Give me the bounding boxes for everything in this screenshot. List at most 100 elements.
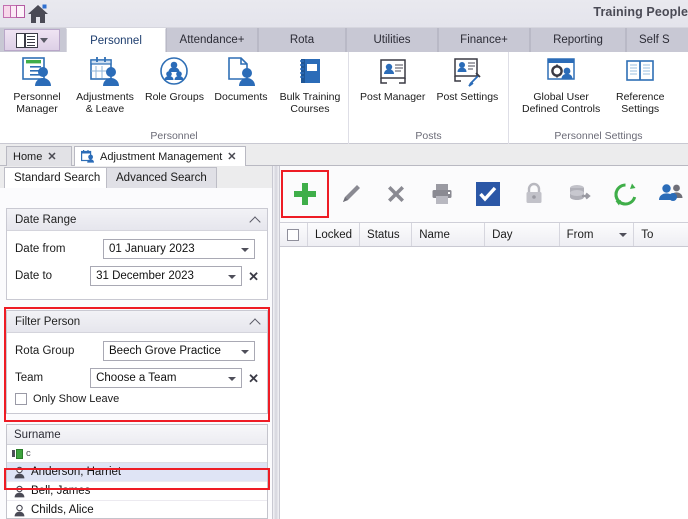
post-settings-icon (451, 54, 483, 90)
person-list-header-surname[interactable]: Surname (7, 425, 267, 445)
only-show-leave-row[interactable]: Only Show Leave (15, 393, 259, 405)
personnel-manager-button[interactable]: Personnel Manager (4, 52, 70, 122)
person-icon (13, 485, 26, 498)
column-header-name[interactable]: Name (412, 223, 485, 246)
column-header-status[interactable]: Status (360, 223, 412, 246)
date-to-row: Date to 31 December 2023 ✕ (15, 264, 259, 288)
close-icon[interactable]: ✕ (47, 150, 56, 163)
column-header-label: Locked (315, 229, 352, 241)
column-header-label: From (567, 229, 594, 241)
ribbon-tab-self-service[interactable]: Self S (626, 28, 688, 52)
role-groups-icon (157, 54, 191, 90)
column-filter-dropdown-icon[interactable] (619, 233, 627, 237)
bulk-training-courses-icon (293, 54, 327, 90)
column-header-locked[interactable]: Locked (308, 223, 360, 246)
home-icon[interactable] (26, 2, 50, 26)
lock-button[interactable] (517, 176, 551, 212)
export-button[interactable] (563, 176, 597, 212)
adjustments-leave-button[interactable]: Adjustments & Leave (70, 52, 140, 122)
users-button[interactable] (654, 176, 688, 212)
reference-settings-button[interactable]: Reference Settings (605, 52, 675, 122)
list-item[interactable]: Bell, James (7, 482, 267, 501)
clear-team-button[interactable]: ✕ (248, 372, 259, 385)
column-header-label: Status (367, 229, 400, 241)
tab-advanced-search[interactable]: Advanced Search (106, 167, 217, 188)
ribbon-tab-rota[interactable]: Rota (258, 28, 346, 52)
ribbon-tab-finance[interactable]: Finance+ (438, 28, 530, 52)
ribbon-item-label: Reference Settings (616, 92, 664, 115)
doc-tab-adjustment-management[interactable]: Adjustment Management ✕ (74, 146, 246, 166)
windows-cards-icon (3, 5, 25, 19)
add-button[interactable] (288, 176, 322, 212)
chevron-down-icon[interactable] (228, 377, 236, 381)
post-settings-button[interactable]: Post Settings (430, 52, 504, 122)
pane-splitter[interactable] (272, 166, 280, 519)
person-icon (13, 504, 26, 517)
print-button[interactable] (425, 176, 459, 212)
rota-group-select[interactable]: Beech Grove Practice (103, 341, 255, 361)
documents-button[interactable]: Documents (209, 52, 273, 122)
document-tab-bar: Home ✕ Adjustment Management ✕ (0, 144, 688, 166)
doc-tab-home[interactable]: Home ✕ (6, 146, 72, 166)
date-from-input[interactable]: 01 January 2023 (103, 239, 255, 259)
date-range-header[interactable]: Date Range (7, 209, 267, 231)
ribbon-tab-utilities[interactable]: Utilities (346, 28, 438, 52)
chevron-down-icon[interactable] (241, 350, 249, 354)
ribbon-item-label: Bulk Training Courses (280, 92, 341, 115)
ribbon-group-caption: Personnel Settings (509, 130, 688, 142)
person-list-filter-row[interactable]: c (7, 445, 267, 463)
role-groups-button[interactable]: Role Groups (140, 52, 209, 122)
edit-button[interactable] (334, 176, 368, 212)
documents-icon (224, 54, 258, 90)
post-manager-button[interactable]: Post Manager (355, 52, 430, 122)
team-select[interactable]: Choose a Team (90, 368, 242, 388)
column-header-to[interactable]: To (634, 223, 688, 246)
list-item-label: Childs, Alice (31, 504, 94, 516)
close-icon[interactable]: ✕ (227, 150, 236, 163)
ribbon-item-label: Role Groups (145, 92, 204, 104)
column-header-day[interactable]: Day (485, 223, 560, 246)
date-from-value: 01 January 2023 (109, 243, 195, 255)
ribbon-group-caption: Posts (349, 130, 508, 142)
grid-select-all-header[interactable] (280, 223, 308, 246)
grid-header-row: Locked Status Name Day From To (280, 223, 688, 247)
person-icon (13, 466, 26, 479)
personnel-manager-icon (20, 54, 54, 90)
ribbon-tab-label: Reporting (553, 34, 603, 46)
ribbon-tab-personnel[interactable]: Personnel (66, 28, 166, 52)
chevron-down-icon[interactable] (241, 248, 249, 252)
chevron-up-icon[interactable] (251, 318, 259, 326)
section-title: Date Range (15, 214, 76, 226)
column-header-from[interactable]: From (560, 223, 635, 246)
team-label: Team (15, 372, 90, 384)
filter-person-header[interactable]: Filter Person (7, 311, 267, 333)
date-to-input[interactable]: 31 December 2023 (90, 266, 242, 286)
grid-body[interactable] (280, 247, 688, 519)
chevron-down-icon[interactable] (228, 275, 236, 279)
ribbon-tab-attendance[interactable]: Attendance+ (166, 28, 258, 52)
tab-standard-search[interactable]: Standard Search (4, 167, 110, 188)
ribbon-tab-label: Self S (639, 34, 670, 46)
ribbon-tab-label: Finance+ (460, 34, 508, 46)
global-user-defined-controls-button[interactable]: Global User Defined Controls (517, 52, 605, 122)
ribbon-tab-reporting[interactable]: Reporting (530, 28, 626, 52)
grid-toolbar (280, 166, 688, 223)
only-show-leave-checkbox[interactable] (15, 393, 27, 405)
list-item[interactable]: Childs, Alice (7, 501, 267, 519)
clear-date-to-button[interactable]: ✕ (248, 270, 259, 283)
chevron-up-icon[interactable] (251, 216, 259, 224)
ribbon-content: Personnel Manager Adjustments & Leave (0, 52, 688, 144)
approve-button[interactable] (471, 176, 505, 212)
ribbon-item-label: Post Manager (360, 92, 425, 104)
list-item[interactable]: Anderson, Harriet (7, 463, 267, 482)
date-from-label: Date from (15, 243, 103, 255)
global-user-defined-controls-icon (545, 54, 577, 90)
delete-button[interactable] (380, 176, 414, 212)
book-panel-icon (16, 33, 38, 48)
panel-toggle-button[interactable] (4, 29, 60, 51)
bulk-training-courses-button[interactable]: Bulk Training Courses (273, 52, 347, 122)
date-from-row: Date from 01 January 2023 (15, 237, 259, 261)
refresh-button[interactable] (608, 176, 642, 212)
select-all-checkbox[interactable] (287, 229, 299, 241)
list-item-label: Anderson, Harriet (31, 466, 121, 478)
